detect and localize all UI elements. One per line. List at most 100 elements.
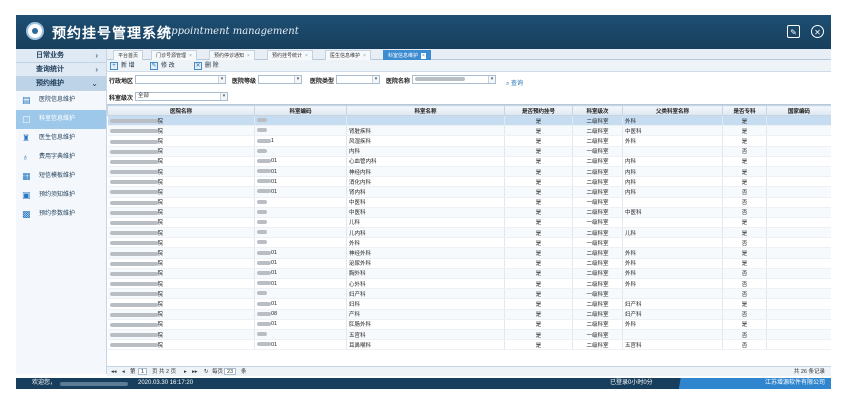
cell-text: 内科	[625, 189, 637, 196]
cell-text: 是	[535, 281, 542, 288]
first-page-button[interactable]: ◂◂	[111, 367, 117, 377]
table-row[interactable]: 院 妇产科 是 一级科室 否	[107, 288, 831, 300]
table-row[interactable]: 院 儿内科 是 二级科室 儿科 是	[107, 227, 831, 239]
table-cell: 一级科室	[572, 288, 623, 300]
table-row[interactable]: 院 01 神经外科 是 二级科室 外科 是	[107, 247, 831, 259]
table-cell: 否	[722, 268, 767, 280]
close-icon[interactable]: ×	[247, 53, 250, 59]
cell-text: 是	[535, 342, 542, 349]
next-page-button[interactable]: ▸	[184, 367, 187, 377]
table-row[interactable]: 院 08 产科 是 二级科室 妇产科 否	[107, 309, 831, 320]
delete-button[interactable]: ✕ 删 除	[194, 61, 219, 71]
table-row[interactable]: 院 中医科 是 二级科室 中医科 否	[107, 207, 831, 218]
sidebar-item-label: 预约参数维护	[39, 211, 76, 217]
table-row[interactable]: 院 01 心外科 是 二级科室 外科 否	[107, 278, 831, 290]
table-row[interactable]: 院 儿科 是 一级科室 是	[107, 217, 831, 229]
table-row[interactable]: 院 是 二级科室 外科 是	[107, 115, 831, 127]
sidebar-section-maintenance[interactable]: 预约维护 ⌄	[16, 77, 106, 91]
table-cell	[766, 197, 831, 208]
prev-page-button[interactable]: ◂	[122, 367, 125, 377]
sidebar-item-params[interactable]: ▩ 预约参数维护	[16, 205, 106, 224]
cell-text: 心血管内科	[349, 159, 377, 166]
column-header[interactable]: 父类科室名称	[622, 105, 723, 116]
close-icon[interactable]: ×	[189, 53, 192, 59]
doctor-icon: ♜	[22, 133, 31, 143]
table-row[interactable]: 院 外科 是 一级科室 否	[107, 237, 831, 249]
dept-level-select[interactable]: 全部 ▾	[135, 92, 228, 101]
table-cell: 院	[107, 329, 255, 341]
sidebar-item-hospital[interactable]: ▤ 医院信息维护	[16, 91, 106, 110]
hospital-select[interactable]: ▾	[412, 75, 496, 84]
table-row[interactable]: 院 肾脏疾科 是 二级科室 中医科 是	[107, 125, 831, 137]
edit-icon[interactable]: ✎	[787, 25, 800, 38]
cell-text: 是	[535, 210, 542, 217]
page-count: 页 共 2 页	[152, 369, 177, 375]
sidebar-item-fees[interactable]: ♁ 费用字典维护	[16, 148, 106, 167]
cell-text: 院	[157, 200, 164, 207]
sidebar-item-notice[interactable]: ▣ 预约须知维护	[16, 186, 106, 205]
edit-button[interactable]: ✎ 修 改	[150, 61, 175, 71]
type-select[interactable]: ▾	[336, 75, 380, 84]
cell-text: 院	[157, 220, 164, 227]
table-cell	[254, 197, 347, 208]
close-icon[interactable]: ×	[363, 53, 366, 59]
level-select[interactable]: ▾	[258, 75, 302, 84]
tab-doctor[interactable]: 医生信息维护 ×	[325, 50, 371, 60]
cell-text: 否	[741, 291, 748, 298]
close-icon[interactable]: ×	[421, 53, 426, 59]
district-select[interactable]: ▾	[135, 75, 226, 84]
redacted-hospital	[109, 322, 158, 327]
tab-home[interactable]: 平台首页	[113, 50, 144, 60]
sidebar-item-department[interactable]: ▢ 科室信息维护	[16, 110, 106, 129]
cell-text: 院	[157, 312, 164, 319]
sidebar-section-daily[interactable]: 日常业务 ›	[16, 49, 106, 63]
search-button[interactable]: ⌕ 查询	[506, 78, 523, 88]
table-cell: 是	[722, 176, 767, 188]
close-icon[interactable]: ×	[305, 53, 308, 59]
table-cell: 肛肠外科	[346, 319, 505, 330]
tab-department[interactable]: 科室信息维护 ×	[383, 50, 431, 60]
add-button[interactable]: + 新 增	[110, 61, 135, 71]
cell-text: 01	[271, 168, 278, 175]
table-row[interactable]: 院 1 风湿疾科 是 二级科室 外科 是	[107, 135, 831, 147]
tab-stop-notice[interactable]: 预约停诊通知 ×	[209, 50, 255, 60]
page-input[interactable]: 1	[138, 367, 148, 377]
redacted-hospital	[109, 333, 158, 338]
tab-stats[interactable]: 预约挂号统计 ×	[267, 50, 313, 60]
refresh-icon[interactable]: ↻	[204, 367, 209, 377]
sidebar-item-doctor[interactable]: ♜ 医生信息维护	[16, 129, 106, 148]
table-cell: 外科	[622, 247, 723, 259]
close-icon[interactable]: ✕	[811, 25, 824, 38]
table-cell	[254, 115, 347, 127]
table-cell: 01	[254, 186, 347, 198]
table-row[interactable]: 院 01 胸外科 是 二级科室 外科 否	[107, 268, 831, 280]
cell-text: 是	[535, 240, 542, 247]
table-row[interactable]: 院 01 耳鼻喉科 是 二级科室 五官科 否	[107, 339, 831, 351]
table-row[interactable]: 院 01 泌尿外科 是 二级科室 外科 是	[107, 258, 831, 269]
column-header[interactable]: 科室名称	[346, 105, 505, 116]
sidebar-item-sms[interactable]: ▦ 短信模板维护	[16, 167, 106, 186]
table-row[interactable]: 院 中医科 是 一级科室 否	[107, 197, 831, 208]
cell-text: 一级科室	[586, 332, 609, 339]
column-header[interactable]: 国家编码	[766, 105, 831, 116]
column-header[interactable]: 科室编码	[254, 105, 347, 116]
column-header[interactable]: 是否专科	[722, 105, 767, 116]
table-row[interactable]: 院 01 妇科 是 二级科室 妇产科 是	[107, 298, 831, 310]
sidebar-section-query[interactable]: 查询统计 ›	[16, 63, 106, 77]
table-row[interactable]: 院 五官科 是 一级科室 否	[107, 329, 831, 341]
table-row[interactable]: 院 01 肛肠外科 是 二级科室 外科 是	[107, 319, 831, 330]
table-row[interactable]: 院 内科 是 一级科室 否	[107, 146, 831, 157]
column-header[interactable]: 科室级次	[572, 105, 623, 116]
column-header[interactable]: 医院名称	[107, 105, 255, 116]
table-row[interactable]: 院 01 肾内科 是 二级科室 内科 否	[107, 186, 831, 198]
tab-clinic-source[interactable]: 门诊号源管理 ×	[151, 50, 197, 60]
column-header[interactable]: 是否预约挂号	[504, 105, 573, 116]
last-page-button[interactable]: ▸▸	[192, 367, 198, 377]
table-row[interactable]: 院 01 神经内科 是 二级科室 内科 是	[107, 166, 831, 178]
cell-text: 外科	[625, 251, 637, 258]
table-row[interactable]: 院 01 消化内科 是 二级科室 内科 是	[107, 176, 831, 188]
table-row[interactable]: 院 01 心血管内科 是 二级科室 内科 是	[107, 156, 831, 167]
per-page-input[interactable]: 23	[224, 367, 237, 377]
table-cell: 是	[504, 115, 573, 127]
cell-text: 中医科	[625, 128, 642, 135]
